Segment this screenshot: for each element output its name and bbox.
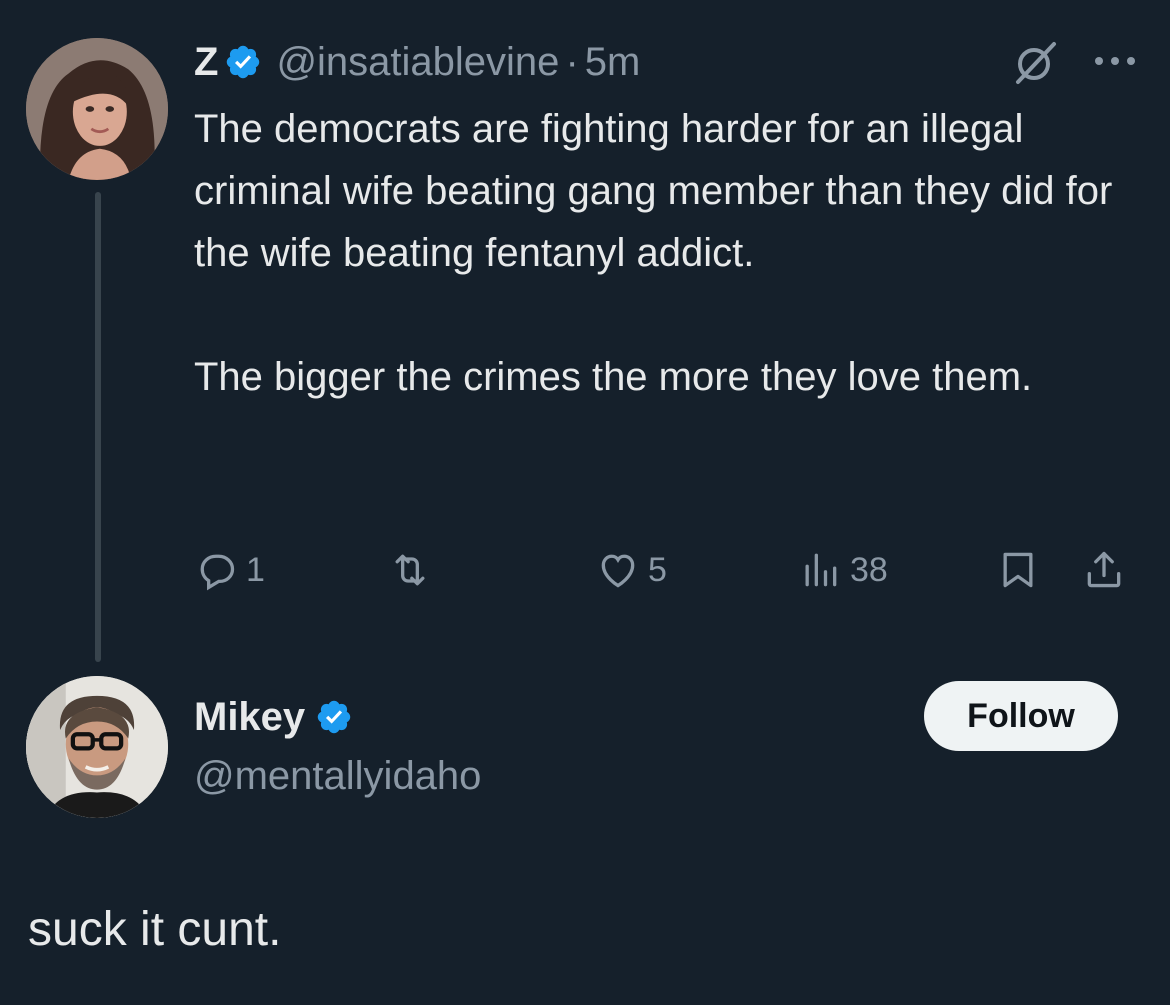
tweet-actions: 1 5 38 — [194, 548, 1144, 598]
reply-author-display-name[interactable]: Mikey — [194, 695, 305, 740]
verified-badge-icon — [317, 700, 351, 734]
like-count: 5 — [648, 550, 667, 589]
retweet-icon — [395, 554, 425, 586]
bookmark-icon — [1003, 552, 1033, 588]
bookmark-button[interactable] — [996, 548, 1040, 592]
tweet-paragraph: The bigger the crimes the more they love… — [194, 355, 1033, 399]
separator-dot: · — [565, 39, 579, 84]
views-icon — [805, 553, 837, 587]
reply-header: Mikey — [194, 694, 367, 740]
views-button[interactable]: 38 — [798, 548, 888, 592]
retweet-button[interactable] — [388, 548, 440, 592]
avatar-woman-image — [26, 38, 168, 180]
tweet-timestamp[interactable]: 5m — [585, 40, 641, 85]
tweet-paragraph: The democrats are fighting harder for an… — [194, 107, 1113, 275]
author-display-name[interactable]: Z — [194, 40, 218, 85]
reply-author-handle[interactable]: @mentallyidaho — [194, 754, 481, 799]
more-icon[interactable] — [1090, 46, 1140, 76]
author-avatar[interactable] — [26, 38, 168, 180]
reply-count: 1 — [246, 550, 265, 589]
like-icon — [601, 554, 635, 588]
reply-author-avatar[interactable] — [26, 676, 168, 818]
tweet-header: Z @insatiablevine · 5m — [194, 40, 640, 84]
verified-badge-icon — [227, 45, 260, 79]
tweet-body: The democrats are fighting harder for an… — [194, 98, 1144, 408]
share-button[interactable] — [1082, 548, 1126, 592]
author-handle[interactable]: @insatiablevine — [276, 40, 559, 85]
reply-button[interactable]: 1 — [194, 548, 265, 592]
avatar-man-image — [26, 676, 168, 818]
grok-icon[interactable] — [1010, 36, 1062, 88]
like-button[interactable]: 5 — [596, 548, 667, 592]
follow-button[interactable]: Follow — [924, 681, 1118, 751]
reply-text: suck it cunt. — [28, 903, 282, 956]
views-count: 38 — [850, 550, 888, 589]
reply-icon — [200, 554, 235, 591]
share-icon — [1087, 551, 1121, 588]
thread-line — [95, 192, 101, 662]
